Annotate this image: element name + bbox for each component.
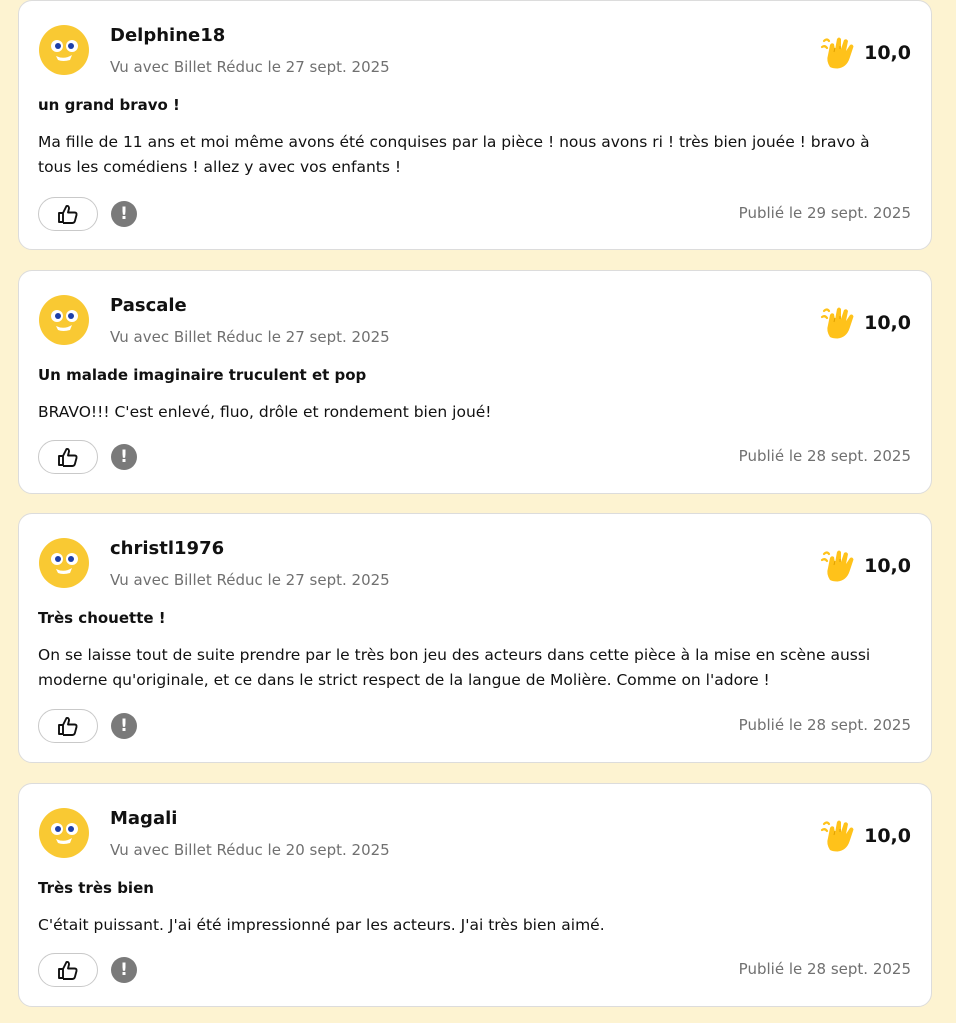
clapping-hand-icon [821,37,854,69]
review-seen-date: Vu avec Billet Réduc le 27 sept. 2025 [110,328,390,346]
smiley-face-icon [39,25,89,75]
like-button[interactable] [38,197,98,231]
review-score: 10,0 [864,555,911,577]
review-username[interactable]: christl1976 [110,538,224,559]
review-card: Delphine18 Vu avec Billet Réduc le 27 se… [18,0,932,250]
like-button[interactable] [38,440,98,474]
like-button[interactable] [38,953,98,987]
review-seen-date: Vu avec Billet Réduc le 20 sept. 2025 [110,841,390,859]
review-score: 10,0 [864,312,911,334]
review-score: 10,0 [864,825,911,847]
review-title: Très très bien [38,879,154,897]
thumbs-up-icon [58,960,78,980]
smiley-face-icon [39,295,89,345]
review-published-date: Publié le 28 sept. 2025 [738,960,911,978]
review-card: christl1976 Vu avec Billet Réduc le 27 s… [18,513,932,763]
thumbs-up-icon [58,716,78,736]
report-button[interactable]: ! [111,444,137,470]
review-title: un grand bravo ! [38,96,180,114]
review-published-date: Publié le 29 sept. 2025 [738,204,911,222]
smiley-face-icon [39,538,89,588]
clapping-hand-icon [821,550,854,582]
review-rating: 10,0 [820,35,911,71]
smiley-face-icon [39,808,89,858]
review-rating: 10,0 [820,305,911,341]
thumbs-up-icon [58,204,78,224]
review-seen-date: Vu avec Billet Réduc le 27 sept. 2025 [110,571,390,589]
review-published-date: Publié le 28 sept. 2025 [738,716,911,734]
clapping-hand-icon [821,820,854,852]
review-rating: 10,0 [820,818,911,854]
report-button[interactable]: ! [111,201,137,227]
review-seen-date: Vu avec Billet Réduc le 27 sept. 2025 [110,58,390,76]
report-button[interactable]: ! [111,957,137,983]
review-card: Magali Vu avec Billet Réduc le 20 sept. … [18,783,932,1007]
like-button[interactable] [38,709,98,743]
review-username[interactable]: Magali [110,808,177,829]
review-body: On se laisse tout de suite prendre par l… [38,646,871,689]
review-published-date: Publié le 28 sept. 2025 [738,447,911,465]
review-title: Un malade imaginaire truculent et pop [38,366,367,384]
review-title: Très chouette ! [38,609,166,627]
review-body: Ma fille de 11 ans et moi même avons été… [38,133,870,176]
review-body: BRAVO!!! C'est enlevé, fluo, drôle et ro… [38,403,492,421]
clapping-hand-icon [821,307,854,339]
review-list: Delphine18 Vu avec Billet Réduc le 27 se… [0,0,956,1023]
review-username[interactable]: Delphine18 [110,25,225,46]
review-card: Pascale Vu avec Billet Réduc le 27 sept.… [18,270,932,494]
review-rating: 10,0 [820,548,911,584]
review-username[interactable]: Pascale [110,295,187,316]
review-body: C'était puissant. J'ai été impressionné … [38,916,605,934]
report-button[interactable]: ! [111,713,137,739]
review-score: 10,0 [864,42,911,64]
thumbs-up-icon [58,447,78,467]
